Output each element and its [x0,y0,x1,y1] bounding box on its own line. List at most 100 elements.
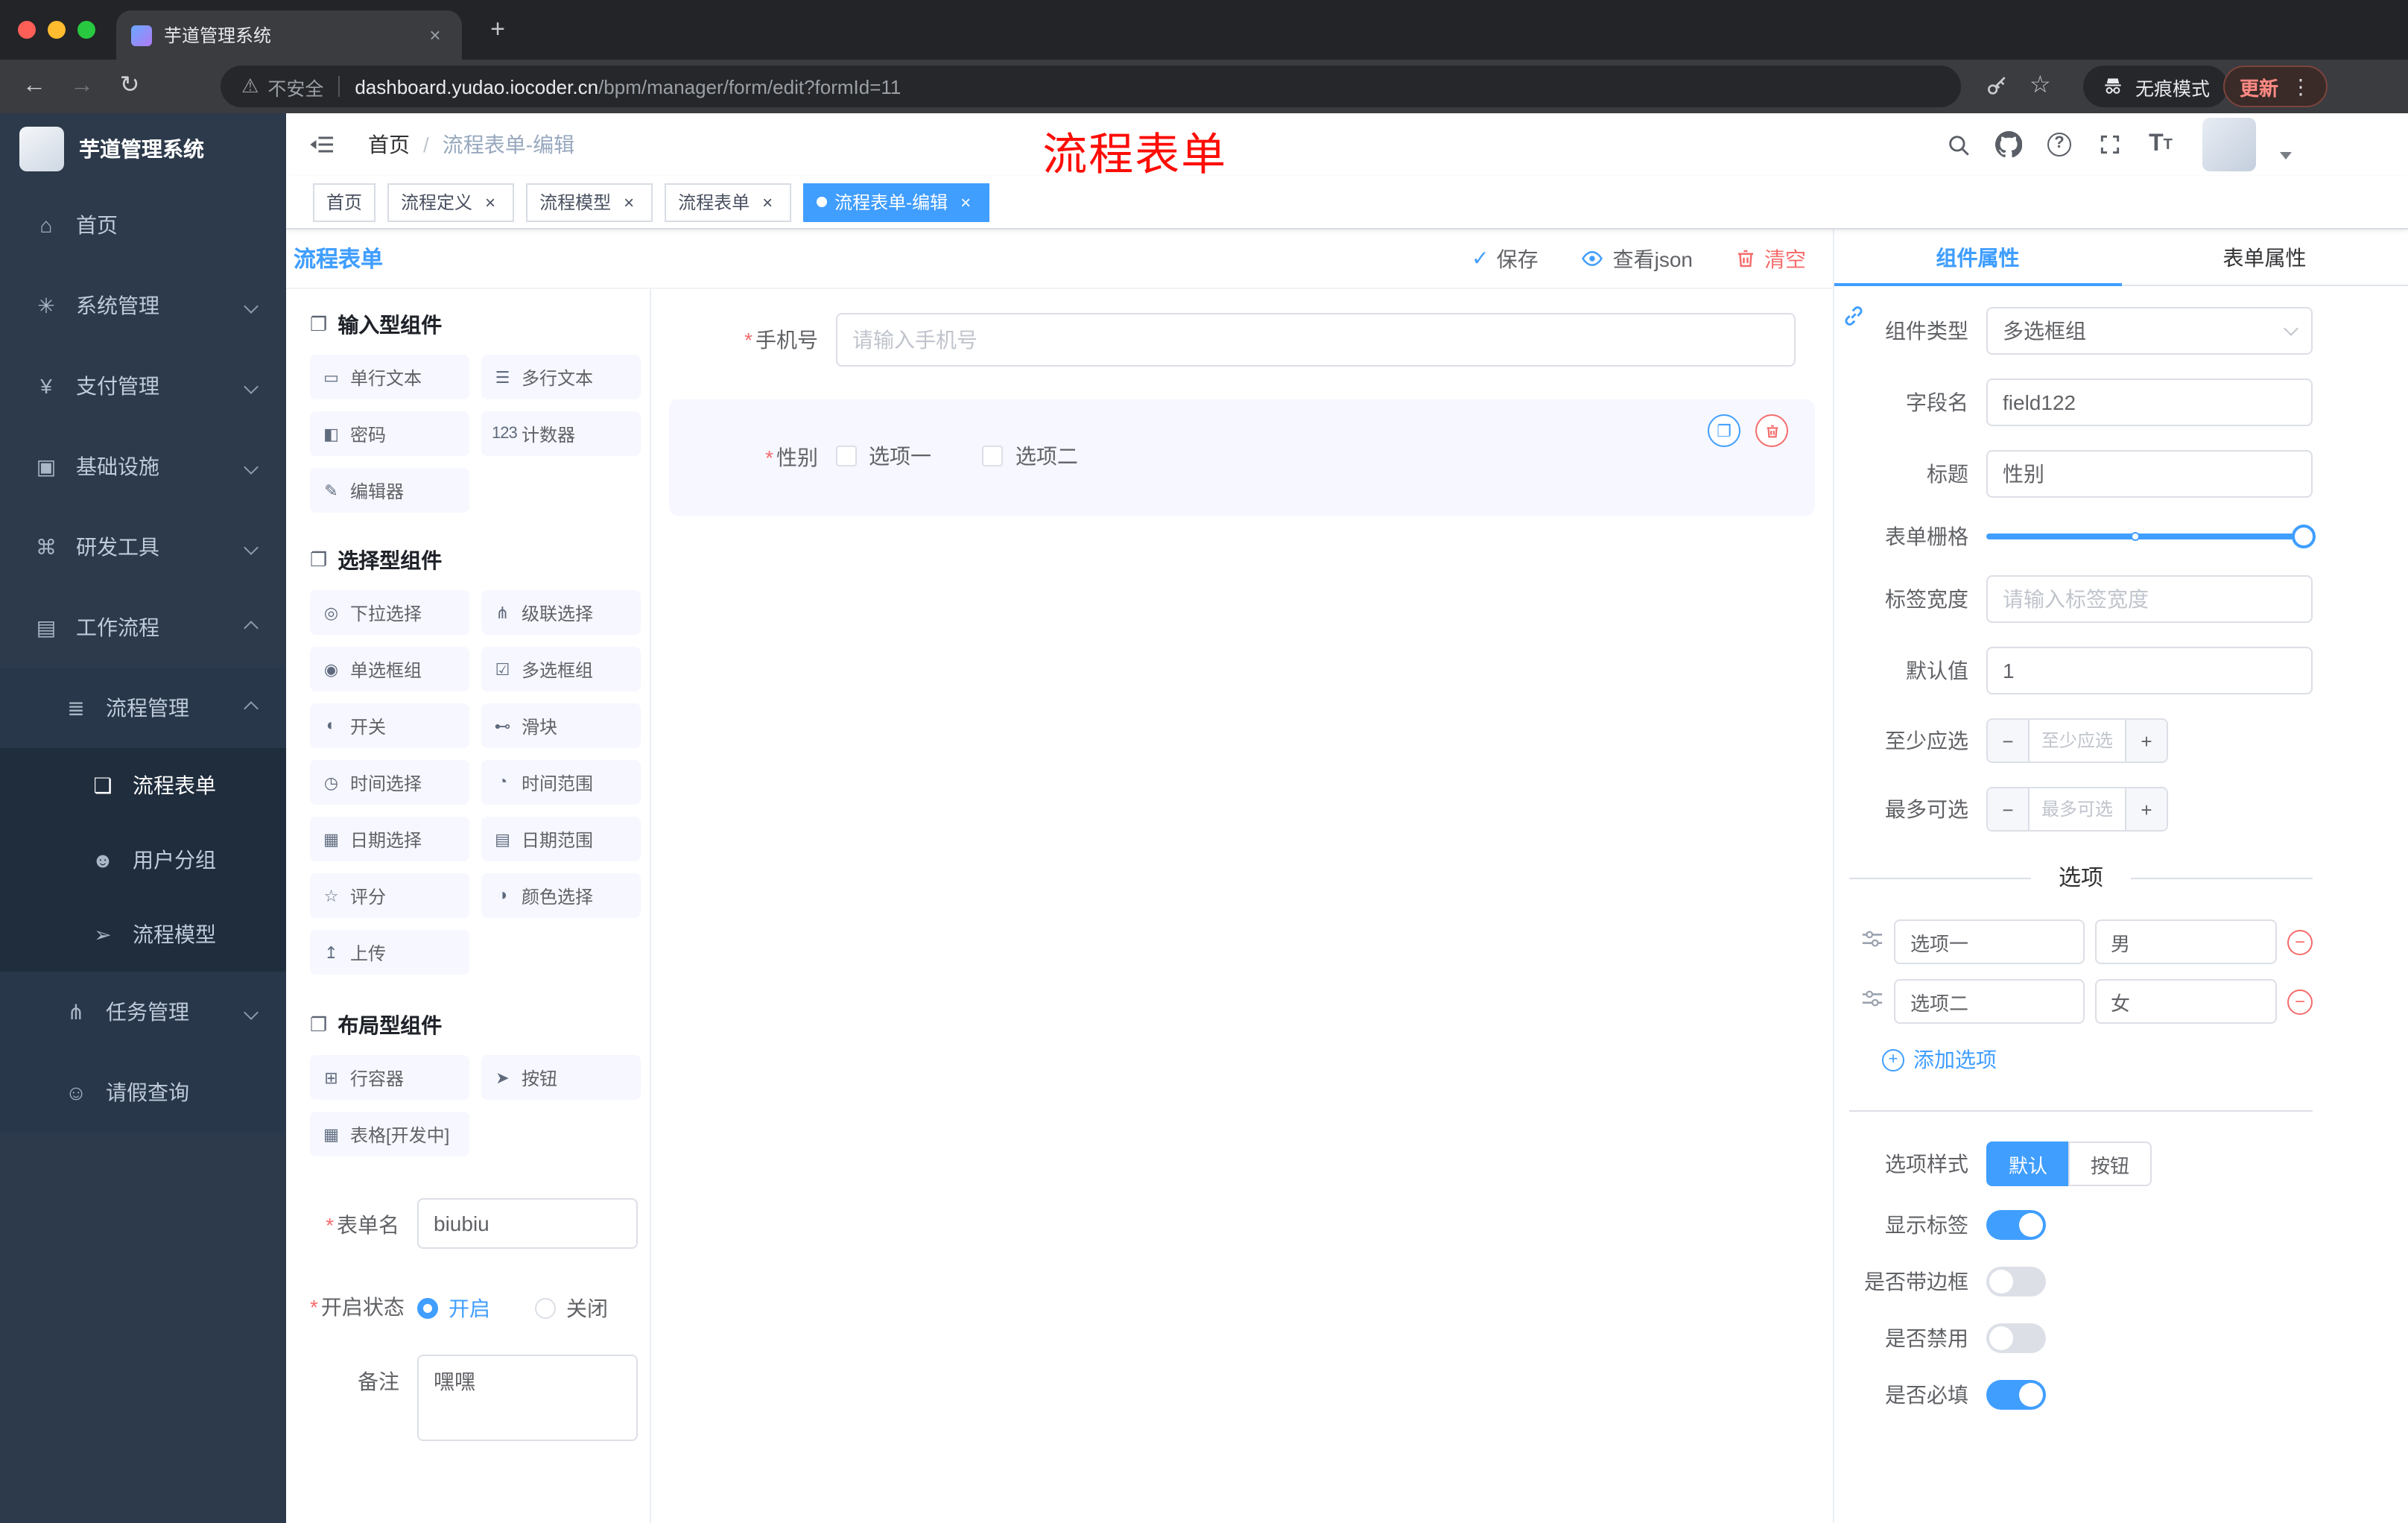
tag-process-model[interactable]: 流程模型 × [526,183,653,221]
chip-time-picker[interactable]: ◷ 时间选择 [310,760,469,805]
link-icon[interactable] [1842,304,1866,335]
window-zoom-button[interactable] [77,21,95,39]
chip-row-container[interactable]: ⊞ 行容器 [310,1055,469,1100]
chip-multi-line-text[interactable]: ☰ 多行文本 [481,355,641,399]
browser-tab[interactable]: 芋道管理系统 × [116,10,462,60]
form-name-input[interactable] [417,1198,638,1249]
window-minimize-button[interactable] [48,21,66,39]
search-icon[interactable] [1943,130,1973,159]
tag-close-icon[interactable]: × [955,191,976,212]
chip-button[interactable]: ➤ 按钮 [481,1055,641,1100]
chip-select[interactable]: ◎ 下拉选择 [310,590,469,635]
option-label-input[interactable] [1894,979,2085,1024]
drag-handle-icon[interactable] [1861,928,1883,956]
delete-item-button[interactable] [1755,414,1788,447]
tag-close-icon[interactable]: × [480,191,501,212]
remove-option-button[interactable]: − [2287,989,2313,1014]
save-button[interactable]: ✓ 保存 [1471,244,1538,273]
canvas-field-phone[interactable]: * 手机号 [669,313,1796,367]
decrease-button[interactable]: − [1988,720,2030,762]
avatar[interactable] [2202,118,2256,171]
tag-process-form-edit[interactable]: 流程表单-编辑 × [803,183,990,221]
sidebar-item-home[interactable]: ⌂ 首页 [0,185,286,265]
min-select-input[interactable] [2030,720,2125,762]
label-width-input[interactable] [1986,575,2313,623]
component-type-select[interactable]: 多选框组 [1986,307,2313,355]
sidebar-item-user-group[interactable]: ☻ 用户分组 [0,823,286,897]
chip-switch[interactable]: ◐ 开关 [310,703,469,748]
increase-button[interactable]: + [2125,788,2167,830]
tag-process-form[interactable]: 流程表单 × [665,183,792,221]
github-icon[interactable] [1994,130,2024,159]
grid-slider[interactable] [1986,525,2316,548]
sidebar-item-system[interactable]: ✳ 系统管理 [0,265,286,346]
copy-item-button[interactable]: ❐ [1708,414,1740,447]
view-json-button[interactable]: 查看json [1580,244,1693,273]
password-key-icon[interactable] [1985,75,2009,106]
gender-checkbox-1[interactable]: 选项一 [836,441,931,471]
address-bar[interactable]: ⚠ 不安全 dashboard.yudao.iocoder.cn /bpm/ma… [221,66,1961,107]
slider-handle[interactable] [2292,525,2316,548]
tag-home[interactable]: 首页 [313,183,376,221]
not-secure-label[interactable]: 不安全 [267,72,323,101]
window-close-button[interactable] [18,21,36,39]
chip-slider[interactable]: ⊷ 滑块 [481,703,641,748]
chip-cascader[interactable]: ⋔ 级联选择 [481,590,641,635]
gender-checkbox-2[interactable]: 选项二 [982,441,1078,471]
sidebar-item-process-mgmt[interactable]: ≣ 流程管理 [0,668,286,748]
show-label-switch[interactable] [1986,1210,2046,1240]
field-name-input[interactable] [1986,379,2313,426]
chip-single-line-text[interactable]: ▭ 单行文本 [310,355,469,399]
tab-component-props[interactable]: 组件属性 [1834,229,2121,286]
sidebar-item-process-model[interactable]: ➢ 流程模型 [0,897,286,972]
tab-close-icon[interactable]: × [423,24,447,46]
option-value-input[interactable] [2094,979,2277,1024]
new-tab-button[interactable]: + [480,12,516,48]
bookmark-star-icon[interactable]: ☆ [2030,70,2051,100]
tag-process-definition[interactable]: 流程定义 × [387,183,515,221]
border-switch[interactable] [1986,1267,2046,1296]
fullscreen-icon[interactable] [2095,130,2125,159]
remove-option-button[interactable]: − [2287,929,2313,954]
chip-time-range[interactable]: ◔ 时间范围 [481,760,641,805]
sidebar-item-task-mgmt[interactable]: ⋔ 任务管理 [0,972,286,1052]
font-size-icon[interactable]: TT [2146,130,2176,159]
breadcrumb-home[interactable]: 首页 [368,130,410,159]
sidebar-item-devtools[interactable]: ⌘ 研发工具 [0,507,286,587]
radio-off[interactable]: 关闭 [535,1294,608,1323]
sidebar-logo[interactable]: 芋道管理系统 [0,113,286,185]
decrease-button[interactable]: − [1988,788,2030,830]
radio-on[interactable]: 开启 [417,1294,490,1323]
tab-form-props[interactable]: 表单属性 [2121,229,2408,285]
reload-icon[interactable]: ↻ [110,69,149,104]
sidebar-item-payment[interactable]: ¥ 支付管理 [0,346,286,426]
disabled-switch[interactable] [1986,1323,2046,1353]
default-value-input[interactable] [1986,647,2313,694]
chip-password[interactable]: ◧ 密码 [310,411,469,456]
tag-close-icon[interactable]: × [757,191,778,212]
help-icon[interactable]: ? [2044,130,2074,159]
drag-handle-icon[interactable] [1861,987,1883,1016]
option-value-input[interactable] [2094,919,2277,964]
chip-radio-group[interactable]: ◉ 单选框组 [310,647,469,691]
increase-button[interactable]: + [2125,720,2167,762]
sidebar-item-process-form[interactable]: ❏ 流程表单 [0,748,286,823]
chip-upload[interactable]: ↥ 上传 [310,930,469,975]
title-input[interactable] [1986,450,2313,498]
max-select-input[interactable] [2030,788,2125,830]
chip-editor[interactable]: ✎ 编辑器 [310,468,469,513]
clear-button[interactable]: 清空 [1734,244,1806,273]
required-switch[interactable] [1986,1380,2046,1410]
add-option-button[interactable]: + 添加选项 [1882,1045,2313,1074]
form-remark-textarea[interactable]: 嘿嘿 [417,1355,638,1441]
option-label-input[interactable] [1894,919,2085,964]
tag-close-icon[interactable]: × [618,191,639,212]
sidebar-item-infra[interactable]: ▣ 基础设施 [0,426,286,507]
browser-menu-icon[interactable]: ⋮ [2290,74,2311,99]
chip-color-picker[interactable]: ◑ 颜色选择 [481,873,641,918]
form-canvas[interactable]: *手机号 *性别 选项一 选项二 [651,289,1833,1523]
sidebar-item-workflow[interactable]: ▤ 工作流程 [0,587,286,668]
style-button-button[interactable]: 按钮 [2068,1142,2152,1186]
chip-checkbox-group[interactable]: ☑ 多选框组 [481,647,641,691]
chip-table-wip[interactable]: ▦ 表格[开发中] [310,1112,469,1156]
